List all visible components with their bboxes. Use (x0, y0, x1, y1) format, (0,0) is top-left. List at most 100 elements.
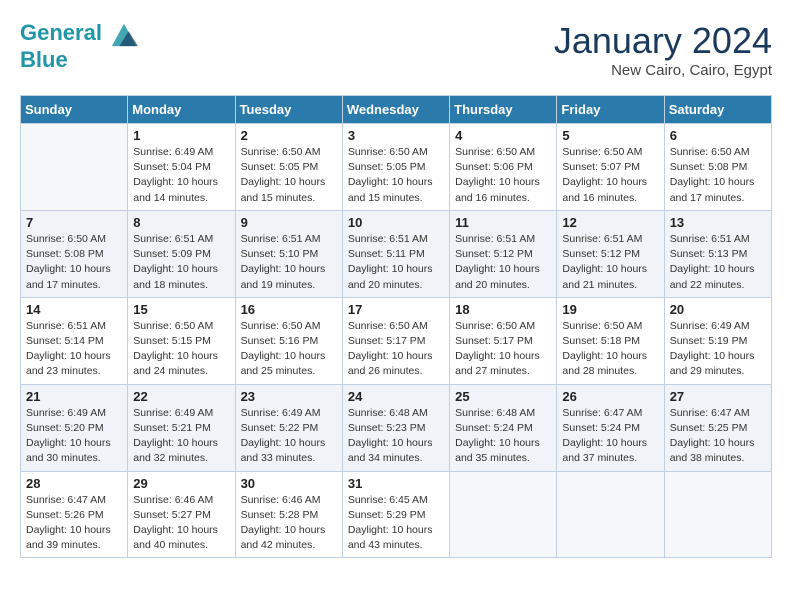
calendar-cell: 13 Sunrise: 6:51 AMSunset: 5:13 PMDaylig… (664, 210, 771, 297)
day-number: 31 (348, 476, 444, 491)
calendar-cell (21, 124, 128, 211)
weekday-header-thursday: Thursday (450, 96, 557, 124)
calendar-cell: 1 Sunrise: 6:49 AMSunset: 5:04 PMDayligh… (128, 124, 235, 211)
calendar-cell: 19 Sunrise: 6:50 AMSunset: 5:18 PMDaylig… (557, 297, 664, 384)
day-info: Sunrise: 6:50 AMSunset: 5:17 PMDaylight:… (455, 319, 551, 380)
calendar-cell: 21 Sunrise: 6:49 AMSunset: 5:20 PMDaylig… (21, 384, 128, 471)
calendar-cell: 28 Sunrise: 6:47 AMSunset: 5:26 PMDaylig… (21, 471, 128, 558)
day-number: 6 (670, 128, 766, 143)
title-block: January 2024 New Cairo, Cairo, Egypt (554, 20, 772, 79)
day-number: 15 (133, 302, 229, 317)
calendar-cell: 15 Sunrise: 6:50 AMSunset: 5:15 PMDaylig… (128, 297, 235, 384)
calendar-cell: 6 Sunrise: 6:50 AMSunset: 5:08 PMDayligh… (664, 124, 771, 211)
day-info: Sunrise: 6:50 AMSunset: 5:06 PMDaylight:… (455, 145, 551, 206)
day-info: Sunrise: 6:46 AMSunset: 5:27 PMDaylight:… (133, 493, 229, 554)
calendar-cell: 31 Sunrise: 6:45 AMSunset: 5:29 PMDaylig… (342, 471, 449, 558)
day-number: 19 (562, 302, 658, 317)
calendar-cell: 29 Sunrise: 6:46 AMSunset: 5:27 PMDaylig… (128, 471, 235, 558)
day-number: 26 (562, 389, 658, 404)
day-number: 3 (348, 128, 444, 143)
day-info: Sunrise: 6:50 AMSunset: 5:07 PMDaylight:… (562, 145, 658, 206)
day-info: Sunrise: 6:49 AMSunset: 5:22 PMDaylight:… (241, 406, 337, 467)
day-info: Sunrise: 6:49 AMSunset: 5:19 PMDaylight:… (670, 319, 766, 380)
page-header: General Blue January 2024 New Cairo, Cai… (20, 20, 772, 79)
weekday-header-row: SundayMondayTuesdayWednesdayThursdayFrid… (21, 96, 772, 124)
day-number: 23 (241, 389, 337, 404)
month-title: January 2024 (554, 20, 772, 62)
day-number: 5 (562, 128, 658, 143)
day-number: 24 (348, 389, 444, 404)
logo: General Blue (20, 20, 138, 72)
calendar-cell: 4 Sunrise: 6:50 AMSunset: 5:06 PMDayligh… (450, 124, 557, 211)
day-number: 11 (455, 215, 551, 230)
day-info: Sunrise: 6:49 AMSunset: 5:20 PMDaylight:… (26, 406, 122, 467)
day-info: Sunrise: 6:51 AMSunset: 5:13 PMDaylight:… (670, 232, 766, 293)
day-info: Sunrise: 6:50 AMSunset: 5:15 PMDaylight:… (133, 319, 229, 380)
day-number: 14 (26, 302, 122, 317)
calendar-cell: 14 Sunrise: 6:51 AMSunset: 5:14 PMDaylig… (21, 297, 128, 384)
calendar-cell: 16 Sunrise: 6:50 AMSunset: 5:16 PMDaylig… (235, 297, 342, 384)
calendar-cell: 8 Sunrise: 6:51 AMSunset: 5:09 PMDayligh… (128, 210, 235, 297)
day-number: 2 (241, 128, 337, 143)
day-number: 22 (133, 389, 229, 404)
day-info: Sunrise: 6:51 AMSunset: 5:12 PMDaylight:… (562, 232, 658, 293)
day-info: Sunrise: 6:47 AMSunset: 5:24 PMDaylight:… (562, 406, 658, 467)
day-info: Sunrise: 6:51 AMSunset: 5:12 PMDaylight:… (455, 232, 551, 293)
calendar-cell: 5 Sunrise: 6:50 AMSunset: 5:07 PMDayligh… (557, 124, 664, 211)
day-info: Sunrise: 6:47 AMSunset: 5:25 PMDaylight:… (670, 406, 766, 467)
day-number: 8 (133, 215, 229, 230)
day-number: 9 (241, 215, 337, 230)
logo-blue-text: Blue (20, 48, 138, 72)
weekday-header-friday: Friday (557, 96, 664, 124)
day-number: 13 (670, 215, 766, 230)
weekday-header-wednesday: Wednesday (342, 96, 449, 124)
calendar-cell: 11 Sunrise: 6:51 AMSunset: 5:12 PMDaylig… (450, 210, 557, 297)
week-row-5: 28 Sunrise: 6:47 AMSunset: 5:26 PMDaylig… (21, 471, 772, 558)
calendar-cell: 7 Sunrise: 6:50 AMSunset: 5:08 PMDayligh… (21, 210, 128, 297)
day-number: 30 (241, 476, 337, 491)
weekday-header-tuesday: Tuesday (235, 96, 342, 124)
week-row-4: 21 Sunrise: 6:49 AMSunset: 5:20 PMDaylig… (21, 384, 772, 471)
day-info: Sunrise: 6:50 AMSunset: 5:05 PMDaylight:… (241, 145, 337, 206)
day-number: 7 (26, 215, 122, 230)
calendar-cell: 10 Sunrise: 6:51 AMSunset: 5:11 PMDaylig… (342, 210, 449, 297)
calendar-cell: 24 Sunrise: 6:48 AMSunset: 5:23 PMDaylig… (342, 384, 449, 471)
calendar-cell: 2 Sunrise: 6:50 AMSunset: 5:05 PMDayligh… (235, 124, 342, 211)
week-row-1: 1 Sunrise: 6:49 AMSunset: 5:04 PMDayligh… (21, 124, 772, 211)
day-info: Sunrise: 6:45 AMSunset: 5:29 PMDaylight:… (348, 493, 444, 554)
day-number: 25 (455, 389, 551, 404)
weekday-header-sunday: Sunday (21, 96, 128, 124)
day-number: 17 (348, 302, 444, 317)
calendar-cell: 12 Sunrise: 6:51 AMSunset: 5:12 PMDaylig… (557, 210, 664, 297)
calendar-cell: 26 Sunrise: 6:47 AMSunset: 5:24 PMDaylig… (557, 384, 664, 471)
week-row-3: 14 Sunrise: 6:51 AMSunset: 5:14 PMDaylig… (21, 297, 772, 384)
day-info: Sunrise: 6:47 AMSunset: 5:26 PMDaylight:… (26, 493, 122, 554)
day-number: 1 (133, 128, 229, 143)
calendar-cell: 22 Sunrise: 6:49 AMSunset: 5:21 PMDaylig… (128, 384, 235, 471)
calendar-cell (664, 471, 771, 558)
day-number: 28 (26, 476, 122, 491)
day-info: Sunrise: 6:51 AMSunset: 5:09 PMDaylight:… (133, 232, 229, 293)
calendar-cell: 3 Sunrise: 6:50 AMSunset: 5:05 PMDayligh… (342, 124, 449, 211)
calendar-cell: 17 Sunrise: 6:50 AMSunset: 5:17 PMDaylig… (342, 297, 449, 384)
day-info: Sunrise: 6:46 AMSunset: 5:28 PMDaylight:… (241, 493, 337, 554)
day-info: Sunrise: 6:51 AMSunset: 5:10 PMDaylight:… (241, 232, 337, 293)
day-info: Sunrise: 6:50 AMSunset: 5:08 PMDaylight:… (26, 232, 122, 293)
weekday-header-saturday: Saturday (664, 96, 771, 124)
day-info: Sunrise: 6:48 AMSunset: 5:24 PMDaylight:… (455, 406, 551, 467)
location: New Cairo, Cairo, Egypt (554, 62, 772, 79)
calendar-cell: 30 Sunrise: 6:46 AMSunset: 5:28 PMDaylig… (235, 471, 342, 558)
week-row-2: 7 Sunrise: 6:50 AMSunset: 5:08 PMDayligh… (21, 210, 772, 297)
day-info: Sunrise: 6:50 AMSunset: 5:18 PMDaylight:… (562, 319, 658, 380)
calendar-cell: 23 Sunrise: 6:49 AMSunset: 5:22 PMDaylig… (235, 384, 342, 471)
day-number: 27 (670, 389, 766, 404)
day-number: 4 (455, 128, 551, 143)
calendar-cell: 18 Sunrise: 6:50 AMSunset: 5:17 PMDaylig… (450, 297, 557, 384)
day-info: Sunrise: 6:51 AMSunset: 5:11 PMDaylight:… (348, 232, 444, 293)
day-number: 12 (562, 215, 658, 230)
day-number: 18 (455, 302, 551, 317)
calendar-cell: 25 Sunrise: 6:48 AMSunset: 5:24 PMDaylig… (450, 384, 557, 471)
day-number: 10 (348, 215, 444, 230)
day-info: Sunrise: 6:50 AMSunset: 5:17 PMDaylight:… (348, 319, 444, 380)
day-info: Sunrise: 6:51 AMSunset: 5:14 PMDaylight:… (26, 319, 122, 380)
